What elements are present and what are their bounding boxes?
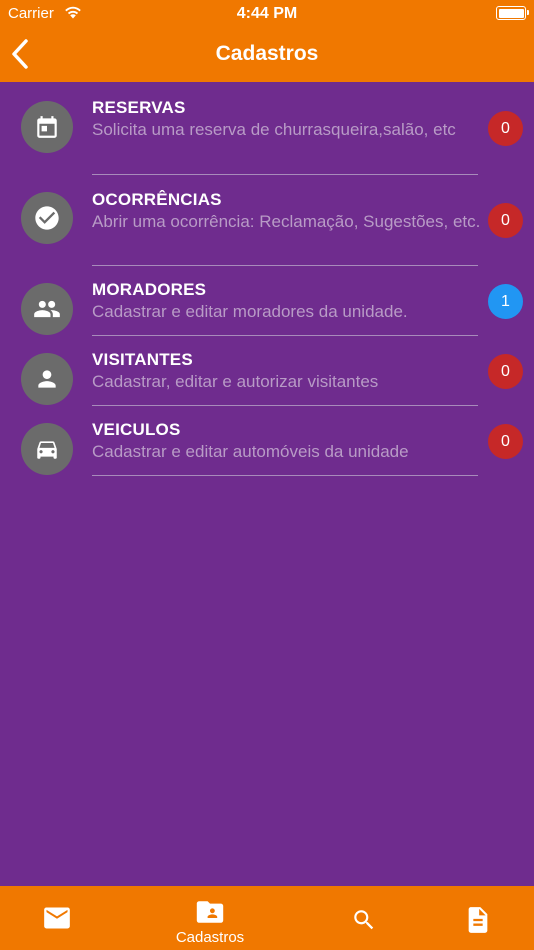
item-title: RESERVAS [92, 98, 186, 117]
status-bar: Carrier 4:44 PM [0, 0, 534, 28]
item-title: VEICULOS [92, 420, 181, 439]
item-description: Cadastrar e editar moradores da unidade. [92, 302, 408, 321]
divider [92, 475, 478, 476]
clock-time: 4:44 PM [236, 5, 298, 22]
item-description: Cadastrar e editar automóveis da unidade [92, 442, 409, 461]
item-title: MORADORES [92, 280, 207, 299]
navigation-bar: Cadastros [0, 28, 534, 82]
mail-icon [43, 907, 70, 929]
count-badge: 1 [488, 284, 523, 319]
check-circle-icon [21, 192, 73, 244]
person-icon [21, 353, 73, 405]
count-badge: 0 [488, 111, 523, 146]
calendar-icon [21, 101, 73, 153]
item-title: OCORRÊNCIAS [92, 190, 222, 209]
list-item-moradores[interactable]: MORADORES Cadastrar e editar moradores d… [0, 266, 534, 336]
battery-fill [498, 8, 524, 18]
tab-cadastros[interactable]: Cadastros [153, 886, 267, 950]
car-icon [21, 423, 73, 475]
item-title: VISITANTES [92, 350, 193, 369]
item-description: Solicita uma reserva de churrasqueira,sa… [92, 120, 456, 139]
item-description: Abrir uma ocorrência: Reclamação, Sugest… [92, 212, 481, 231]
count-badge: 0 [488, 354, 523, 389]
document-icon [468, 907, 487, 933]
list-item-reservas[interactable]: RESERVAS Solicita uma reserva de churras… [0, 82, 534, 175]
tab-search[interactable] [307, 886, 421, 950]
count-badge: 0 [488, 424, 523, 459]
list-item-veiculos[interactable]: VEICULOS Cadastrar e editar automóveis d… [0, 406, 534, 476]
page-title: Cadastros [215, 42, 319, 65]
tab-documents[interactable] [421, 886, 534, 950]
list-item-visitantes[interactable]: VISITANTES Cadastrar, editar e autorizar… [0, 336, 534, 406]
search-icon [354, 910, 374, 930]
list-item-ocorrencias[interactable]: OCORRÊNCIAS Abrir uma ocorrência: Reclam… [0, 174, 534, 266]
tab-mail[interactable] [0, 886, 113, 950]
battery-icon [496, 6, 529, 20]
people-icon [21, 283, 73, 335]
tab-label: Cadastros [175, 929, 245, 946]
folder-person-icon [196, 901, 224, 923]
count-badge: 0 [488, 203, 523, 238]
item-description: Cadastrar, editar e autorizar visitantes [92, 372, 379, 391]
tab-bar: Cadastros [0, 886, 534, 950]
